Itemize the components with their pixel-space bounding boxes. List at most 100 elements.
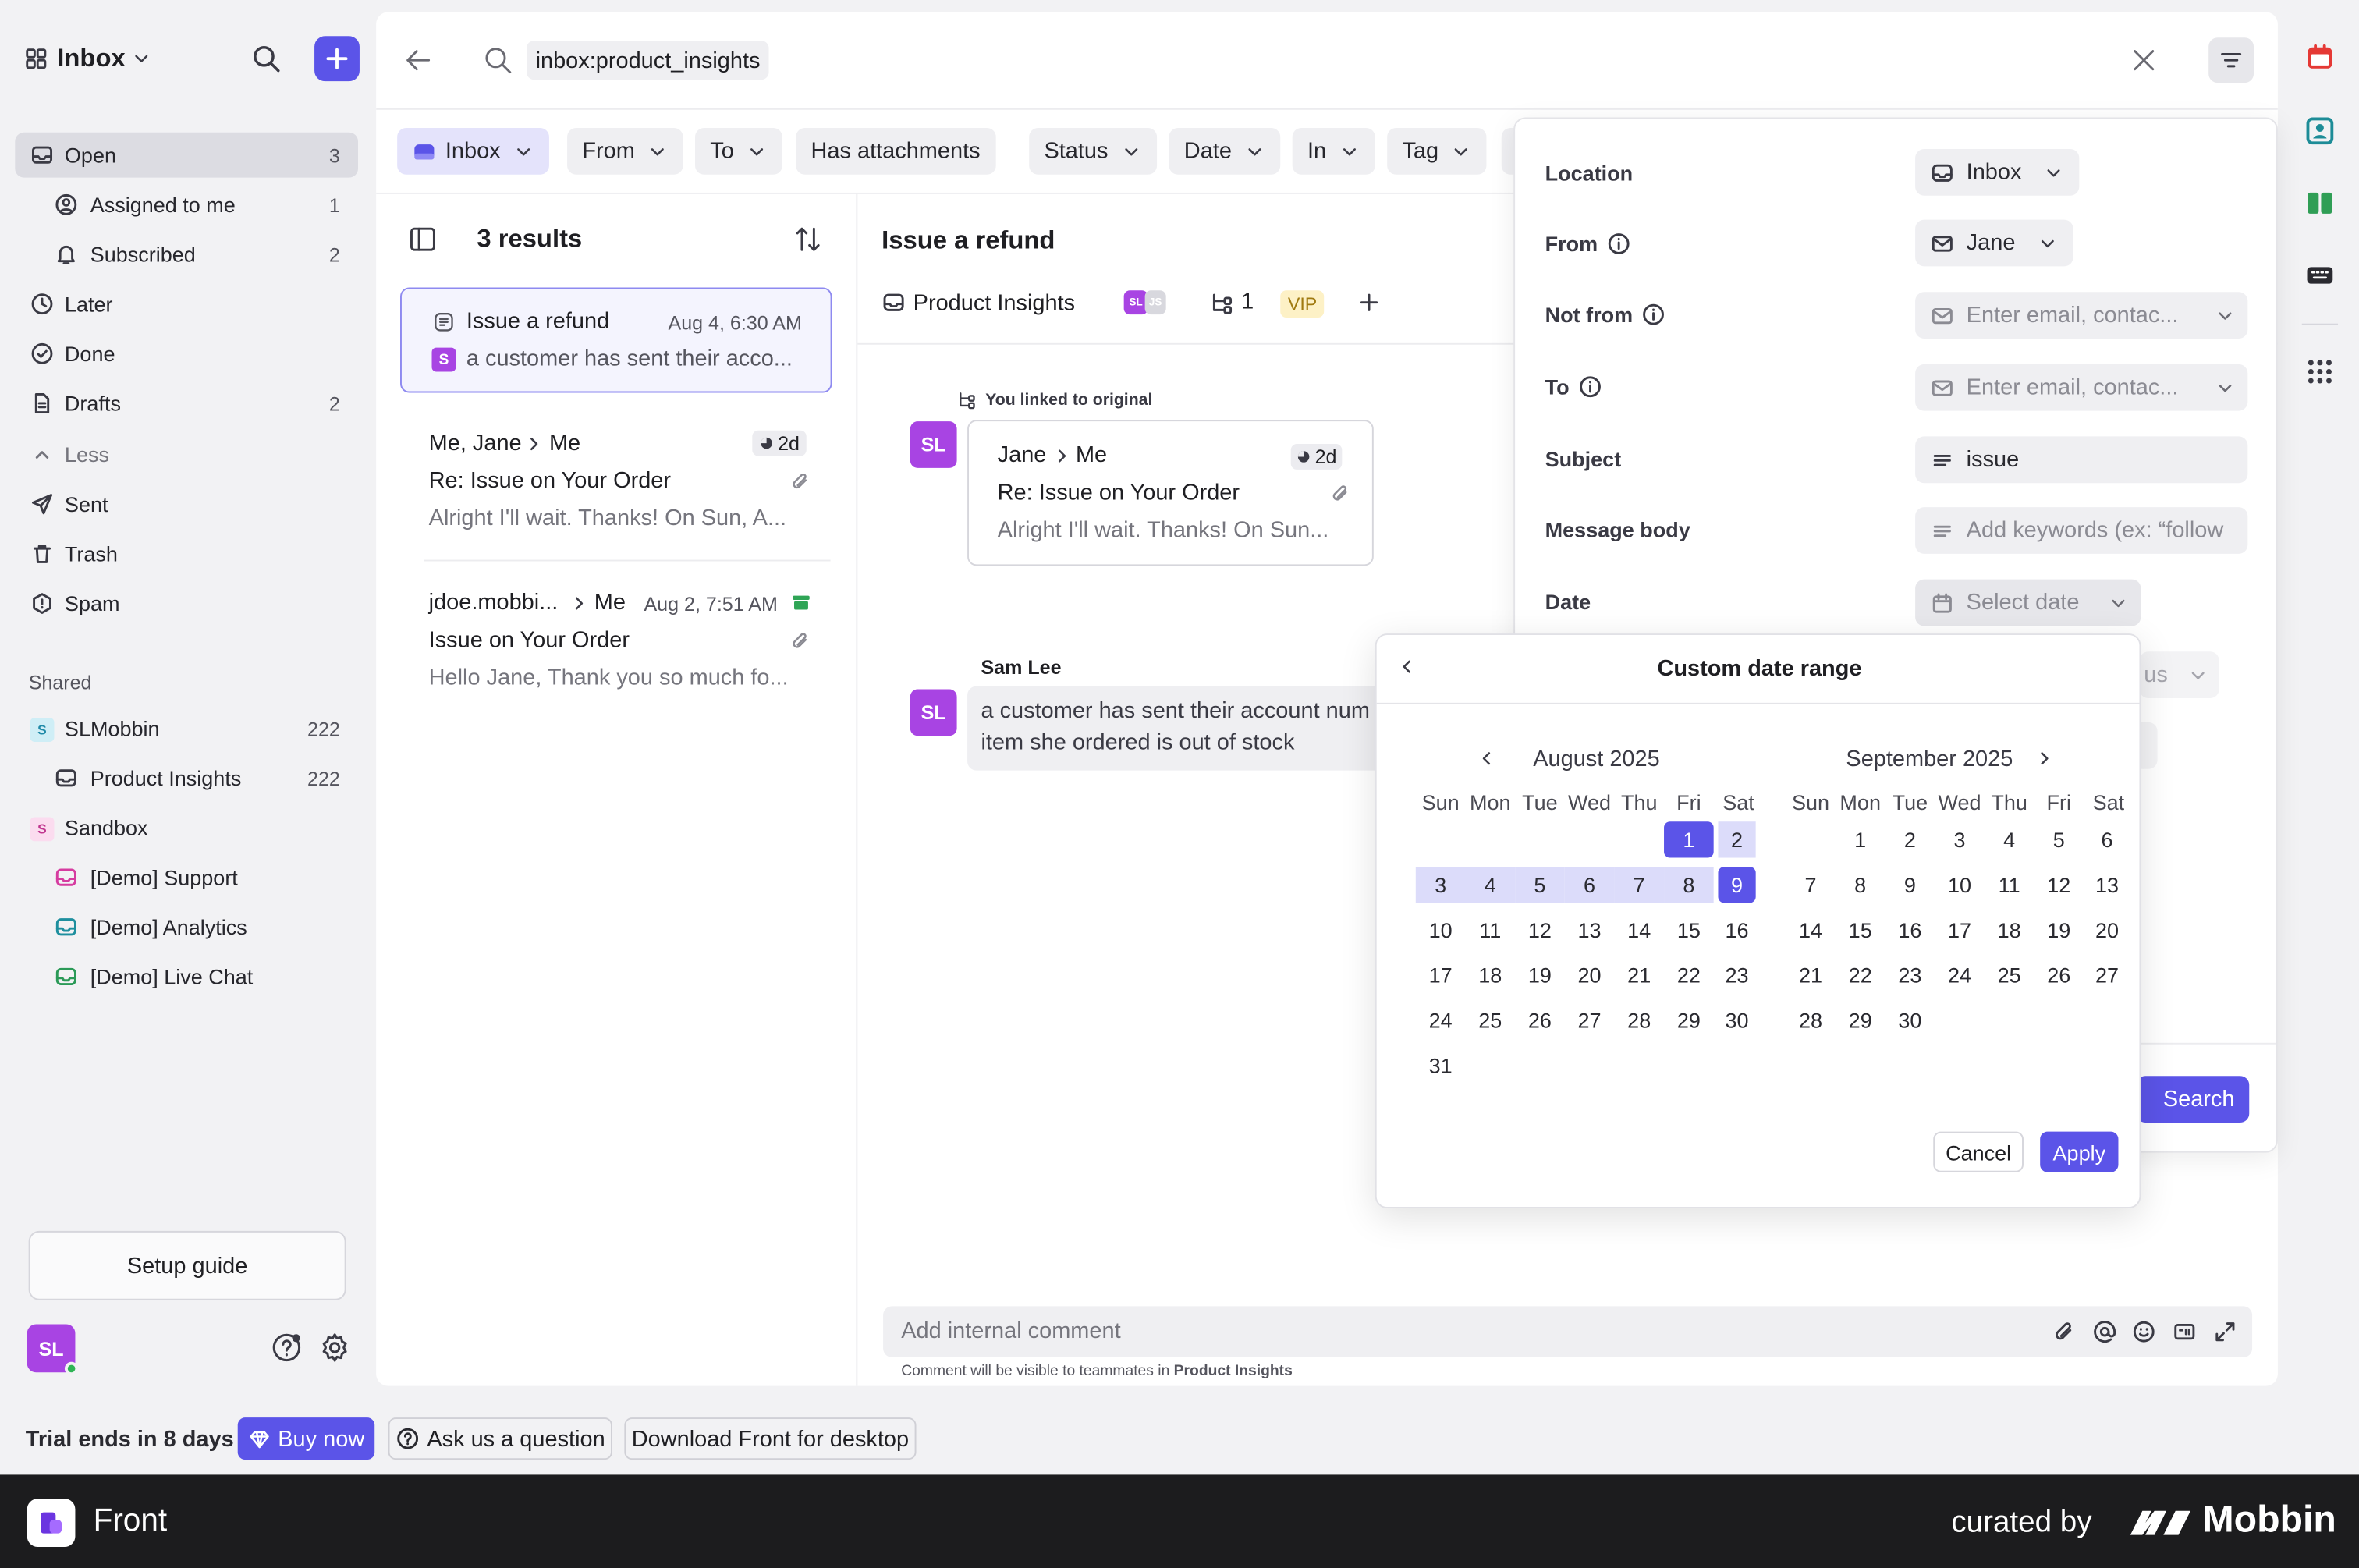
sidebar-item-demo-analytics[interactable]: [Demo] Analytics <box>15 904 358 949</box>
search-button[interactable]: Search <box>2136 1076 2250 1123</box>
calendar-day[interactable]: 2 <box>1885 821 1935 857</box>
next-month-icon[interactable] <box>2034 748 2055 769</box>
calendar-day[interactable]: 10 <box>1416 912 1466 948</box>
filter-chip-inbox[interactable]: Inbox <box>397 127 549 175</box>
paperclip-icon[interactable] <box>2052 1320 2077 1344</box>
calendar-day[interactable]: 3 <box>1415 867 1466 903</box>
setup-guide-button[interactable]: Setup guide <box>28 1230 346 1300</box>
vip-tag[interactable]: VIP <box>1280 290 1325 318</box>
filter-chip-from[interactable]: From <box>567 127 683 175</box>
filter-chip-date[interactable]: Date <box>1169 127 1280 175</box>
sidebar-item-later[interactable]: Later <box>15 282 358 327</box>
message-bubble[interactable]: a customer has sent their account num it… <box>967 686 1419 771</box>
location-select[interactable]: Inbox <box>1915 148 2079 196</box>
from-select[interactable]: Jane <box>1915 219 2073 267</box>
calendar-day[interactable]: 27 <box>2088 957 2126 993</box>
calendar-day[interactable]: 30 <box>1718 1002 1755 1038</box>
calendar-day[interactable]: 17 <box>1935 912 1985 948</box>
sidebar-item-sandbox[interactable]: S Sandbox <box>15 805 358 850</box>
to-input[interactable]: Enter email, contac... <box>1915 364 2248 411</box>
filter-chip-tag[interactable]: Tag <box>1387 127 1487 175</box>
calendar-day[interactable]: 25 <box>1985 957 2034 993</box>
calendar-day[interactable]: 9 <box>1885 867 1935 903</box>
calendar-day[interactable]: 1 <box>1664 821 1714 858</box>
sidebar-item-assigned[interactable]: Assigned to me 1 <box>15 182 358 227</box>
calendar-day[interactable]: 23 <box>1718 957 1755 993</box>
sidebar-item-demo-support[interactable]: [Demo] Support <box>15 855 358 900</box>
search-icon[interactable] <box>251 44 282 74</box>
calendar-day[interactable]: 31 <box>1416 1048 1466 1084</box>
calendar-day[interactable]: 11 <box>1985 867 2034 903</box>
calendar-day[interactable]: 5 <box>1515 867 1565 903</box>
calendar-day[interactable]: 20 <box>2088 912 2126 948</box>
calendar-day[interactable]: 9 <box>1718 867 1756 903</box>
gif-icon[interactable] <box>2173 1320 2197 1344</box>
calendar-day[interactable]: 19 <box>2034 912 2084 948</box>
filter-chip-has-attachments[interactable]: Has attachments <box>796 127 995 175</box>
calendar-day[interactable]: 14 <box>1614 912 1664 948</box>
filter-toggle-button[interactable] <box>2208 37 2254 83</box>
status-select-partial[interactable]: us <box>2139 651 2219 699</box>
conversation-inbox[interactable]: Product Insights <box>882 287 1075 318</box>
subject-input[interactable]: issue <box>1915 436 2248 484</box>
calendar-day[interactable]: 18 <box>1465 957 1515 993</box>
expand-icon[interactable] <box>2213 1320 2237 1344</box>
emoji-icon[interactable] <box>2132 1320 2156 1344</box>
cancel-button[interactable]: Cancel <box>1933 1131 2024 1172</box>
apply-button[interactable]: Apply <box>2040 1131 2119 1172</box>
message-body-input[interactable]: Add keywords (ex: “follow <box>1915 507 2248 554</box>
gear-icon[interactable] <box>319 1332 351 1364</box>
calendar-day[interactable]: 14 <box>1786 912 1836 948</box>
calendar-day[interactable]: 23 <box>1885 957 1935 993</box>
sidebar-item-sent[interactable]: Sent <box>15 481 358 527</box>
add-tag-icon[interactable] <box>1357 290 1382 314</box>
sort-icon[interactable] <box>793 224 823 254</box>
calendar-day[interactable]: 24 <box>1935 957 1985 993</box>
calendar-day[interactable]: 15 <box>1664 912 1714 948</box>
sidebar-item-drafts[interactable]: Drafts 2 <box>15 381 358 426</box>
calendar-day[interactable]: 7 <box>1786 867 1836 903</box>
sidebar-item-product-insights[interactable]: Product Insights 222 <box>15 755 358 800</box>
calendar-day[interactable]: 8 <box>1836 867 1885 903</box>
calendar-day[interactable]: 26 <box>1515 1002 1565 1038</box>
calendar-day[interactable]: 22 <box>1664 957 1714 993</box>
keyboard-icon[interactable] <box>2305 261 2336 291</box>
calendar-day[interactable]: 10 <box>1935 867 1985 903</box>
back-arrow-icon[interactable] <box>403 45 434 76</box>
filter-chip-to[interactable]: To <box>695 127 782 175</box>
calendar-day[interactable]: 13 <box>1565 912 1615 948</box>
not-from-input[interactable]: Enter email, contac... <box>1915 292 2248 339</box>
info-icon[interactable] <box>1642 303 1666 327</box>
calendar-day[interactable]: 26 <box>2034 957 2084 993</box>
calendar-day[interactable]: 12 <box>1515 912 1565 948</box>
linked-conversations[interactable]: 1 <box>1210 289 1254 314</box>
apps-grid-icon[interactable] <box>2305 357 2336 387</box>
sidebar-item-trash[interactable]: Trash <box>15 531 358 576</box>
sidebar-item-spam[interactable]: Spam <box>15 581 358 626</box>
filter-chip-in[interactable]: In <box>1292 127 1375 175</box>
close-icon[interactable] <box>2129 45 2159 76</box>
calendar-day[interactable]: 17 <box>1416 957 1466 993</box>
calendar-day[interactable]: 30 <box>1885 1002 1935 1038</box>
calendar-day[interactable]: 6 <box>2088 821 2126 857</box>
ask-question-button[interactable]: Ask us a question <box>388 1417 612 1460</box>
calendar-day[interactable]: 6 <box>1564 867 1615 903</box>
calendar-day[interactable]: 20 <box>1565 957 1615 993</box>
calendar-day[interactable]: 5 <box>2034 821 2084 857</box>
calendar-day[interactable]: 29 <box>1836 1002 1885 1038</box>
calendar-day[interactable]: 27 <box>1565 1002 1615 1038</box>
mention-icon[interactable] <box>2093 1320 2117 1344</box>
participants[interactable]: SL JS <box>1123 290 1166 315</box>
contact-card-icon[interactable] <box>2305 116 2336 147</box>
sidebar-item-slmobbin[interactable]: S SLMobbin 222 <box>15 706 358 751</box>
calendar-day[interactable]: 12 <box>2034 867 2084 903</box>
calendar-day[interactable]: 25 <box>1465 1002 1515 1038</box>
filter-chip-status[interactable]: Status <box>1029 127 1157 175</box>
calendar-day[interactable]: 28 <box>1786 1002 1836 1038</box>
book-icon[interactable] <box>2305 188 2336 218</box>
calendar-day[interactable]: 1 <box>1836 821 1885 857</box>
date-select[interactable]: Select date <box>1915 579 2141 626</box>
sidebar-item-open[interactable]: Open 3 <box>15 132 359 178</box>
sidebar-item-less[interactable]: Less <box>15 432 358 477</box>
result-item-selected[interactable]: Issue a refund Aug 4, 6:30 AM S a custom… <box>400 287 832 393</box>
